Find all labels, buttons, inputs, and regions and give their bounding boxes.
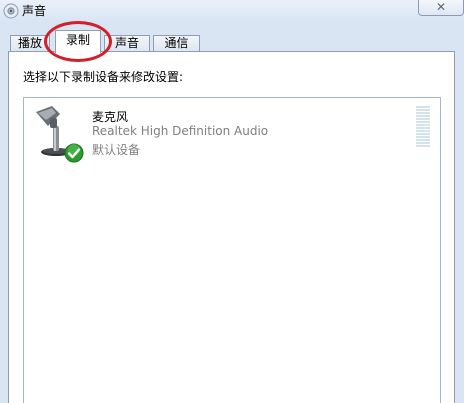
- recording-panel: 选择以下录制设备来修改设置: 麦克风 Realtek High Definiti…: [8, 51, 455, 403]
- close-icon: ✕: [435, 0, 447, 14]
- tab-recording[interactable]: 录制: [55, 30, 101, 53]
- tab-communications[interactable]: 通信: [153, 35, 200, 52]
- tab-sounds[interactable]: 声音: [104, 35, 150, 52]
- device-list[interactable]: 麦克风 Realtek High Definition Audio 默认设备: [23, 97, 441, 403]
- level-meter: [416, 106, 430, 148]
- device-row[interactable]: 麦克风 Realtek High Definition Audio 默认设备: [24, 98, 440, 168]
- device-status: 默认设备: [92, 143, 141, 157]
- tab-playback[interactable]: 播放: [10, 35, 50, 52]
- sound-dialog: 声音 ✕ 播放 录制 声音 通信 选择以下录制设备来修改设置: 麦克风 Real…: [0, 0, 464, 403]
- default-check-icon: [64, 143, 84, 163]
- instruction-text: 选择以下录制设备来修改设置:: [23, 70, 184, 84]
- close-button[interactable]: ✕: [418, 0, 464, 16]
- title-bar[interactable]: 声音 ✕: [0, 0, 464, 24]
- window-title: 声音: [22, 4, 47, 18]
- tab-strip: 播放 录制 声音 通信: [0, 24, 464, 53]
- device-name: 麦克风: [92, 110, 129, 124]
- device-driver: Realtek High Definition Audio: [92, 124, 269, 138]
- speaker-icon: [3, 3, 19, 19]
